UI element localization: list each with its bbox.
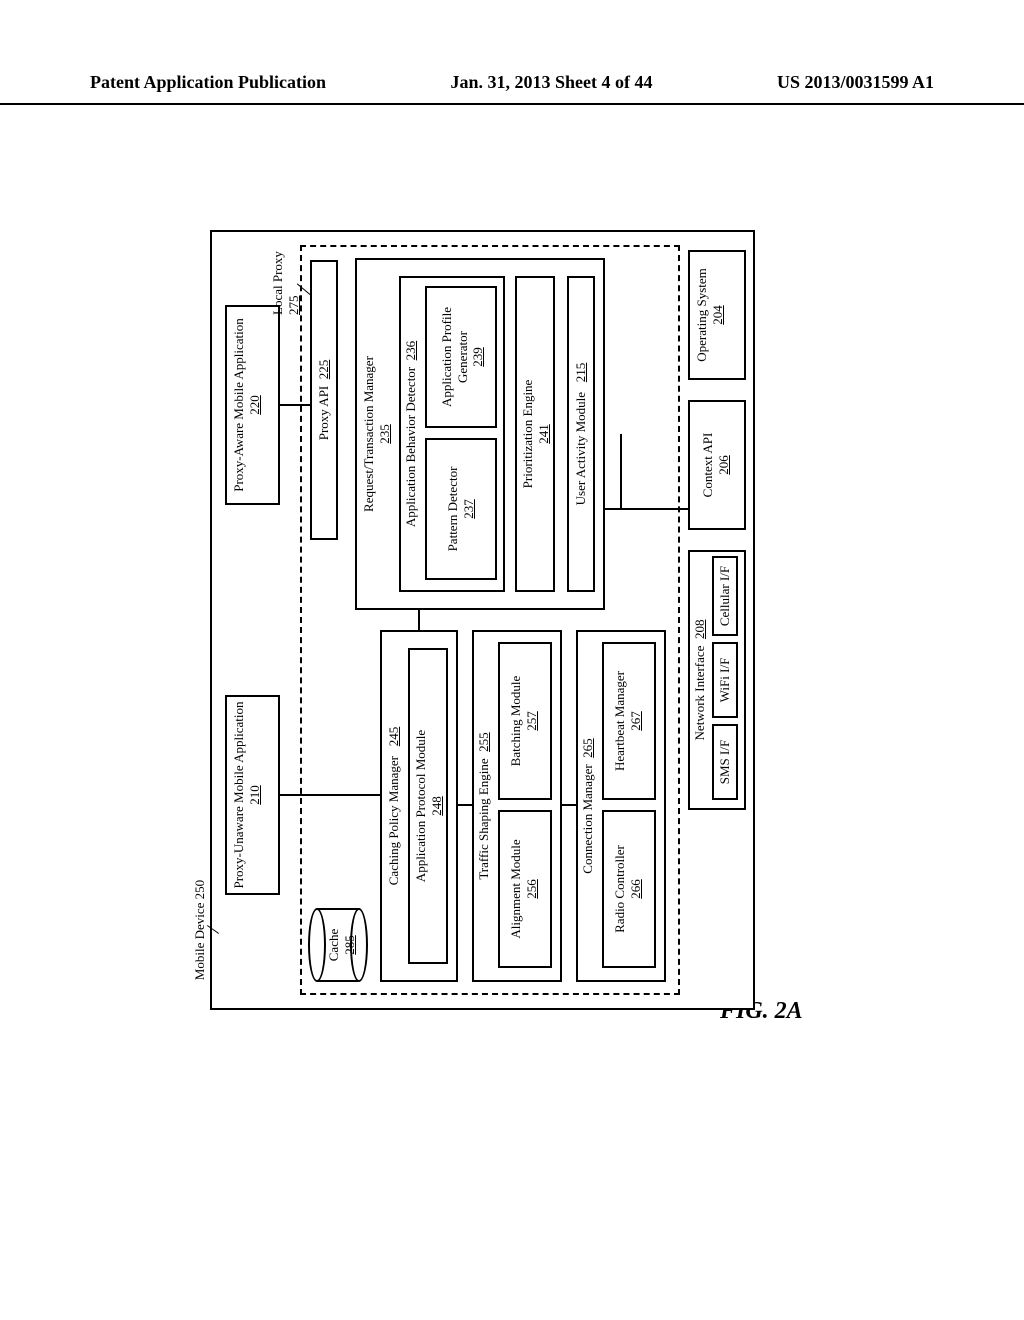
conn-bus-uam xyxy=(620,434,622,510)
local-proxy-text: Local Proxy xyxy=(270,251,285,315)
pattern-ref: 237 xyxy=(461,499,476,519)
approf-ref: 239 xyxy=(470,347,485,367)
proxy-aware-ref: 220 xyxy=(247,395,262,415)
diagram: Mobile Device 250 Proxy-Unaware Mobile A… xyxy=(90,340,870,900)
header-center: Jan. 31, 2013 Sheet 4 of 44 xyxy=(451,72,653,93)
align-title: Alignment Module xyxy=(508,839,523,938)
ctx-box: Context API 206 xyxy=(688,400,746,530)
header-right: US 2013/0031599 A1 xyxy=(777,72,934,93)
proxy-api-title: Proxy API xyxy=(316,386,331,441)
local-proxy-ref: 275 xyxy=(286,296,301,316)
ctx-title: Context API xyxy=(700,433,715,498)
batch-ref: 257 xyxy=(524,711,539,731)
apm-ref: 248 xyxy=(429,796,444,816)
pattern-box: Pattern Detector 237 xyxy=(425,438,497,580)
cache-top xyxy=(308,908,326,982)
cm-box: Connection Manager 265 Radio Controller … xyxy=(576,630,666,982)
abd-title: Application Behavior Detector xyxy=(403,367,418,527)
align-box: Alignment Module 256 xyxy=(498,810,552,968)
cache-title: Cache xyxy=(326,929,341,961)
ni-ref: 208 xyxy=(692,620,707,640)
local-proxy-label: Local Proxy 275 xyxy=(270,225,301,315)
conn-bus xyxy=(605,508,688,510)
conn-aware xyxy=(280,404,310,406)
cell-box: Cellular I/F xyxy=(712,556,738,636)
uam-box: User Activity Module 215 xyxy=(567,276,595,592)
sms-title: SMS I/F xyxy=(717,740,732,784)
proxy-api-box: Proxy API 225 xyxy=(310,260,338,540)
tse-ref: 255 xyxy=(476,732,491,752)
cache-ref: 285 xyxy=(342,935,357,955)
cm-ref: 265 xyxy=(580,738,595,758)
os-ref: 204 xyxy=(710,305,725,325)
proxy-unaware-title: Proxy-Unaware Mobile Application xyxy=(231,702,246,889)
os-title: Operating System xyxy=(694,268,709,362)
cpm-title: Caching Policy Manager xyxy=(386,756,401,885)
uam-ref: 215 xyxy=(573,363,588,383)
tse-box: Traffic Shaping Engine 255 Alignment Mod… xyxy=(472,630,562,982)
cm-title: Connection Manager xyxy=(580,764,595,873)
ni-box: Network Interface 208 SMS I/F WiFi I/F C… xyxy=(688,550,746,810)
abd-ref: 236 xyxy=(403,341,418,361)
conn-mid xyxy=(418,610,420,630)
page-header: Patent Application Publication Jan. 31, … xyxy=(0,72,1024,105)
radio-ref: 266 xyxy=(628,879,643,899)
pattern-title: Pattern Detector xyxy=(445,467,460,552)
batch-box: Batching Module 257 xyxy=(498,642,552,800)
header-left: Patent Application Publication xyxy=(90,72,326,93)
mobile-device-label: Mobile Device 250 xyxy=(192,850,208,1010)
align-ref: 256 xyxy=(524,879,539,899)
wifi-box: WiFi I/F xyxy=(712,642,738,718)
hb-title: Heartbeat Manager xyxy=(612,671,627,771)
proxy-unaware-app-box: Proxy-Unaware Mobile Application 210 xyxy=(225,695,280,895)
abd-box: Application Behavior Detector 236 Patter… xyxy=(399,276,505,592)
apm-box: Application Protocol Module 248 xyxy=(408,648,448,964)
approf-box: Application Profile Generator 239 xyxy=(425,286,497,428)
conn-left-2 xyxy=(562,804,576,806)
ctx-ref: 206 xyxy=(716,455,731,475)
sms-box: SMS I/F xyxy=(712,724,738,800)
radio-title: Radio Controller xyxy=(612,845,627,933)
proxy-api-ref: 225 xyxy=(316,360,331,380)
rtm-ref: 235 xyxy=(377,424,392,444)
approf-title: Application Profile Generator xyxy=(439,307,470,407)
batch-title: Batching Module xyxy=(508,676,523,767)
rtm-title: Request/Transaction Manager xyxy=(361,356,376,512)
cache-label: Cache 285 xyxy=(326,908,357,982)
conn-left-1 xyxy=(458,804,472,806)
prio-ref: 241 xyxy=(536,424,551,444)
cell-title: Cellular I/F xyxy=(717,566,732,626)
apm-title: Application Protocol Module xyxy=(413,730,428,882)
cpm-ref: 245 xyxy=(386,727,401,747)
page: Patent Application Publication Jan. 31, … xyxy=(0,0,1024,1320)
proxy-aware-title: Proxy-Aware Mobile Application xyxy=(231,318,246,492)
diagram-canvas: Mobile Device 250 Proxy-Unaware Mobile A… xyxy=(200,230,760,1010)
hb-ref: 267 xyxy=(628,711,643,731)
prio-title: Prioritization Engine xyxy=(520,380,535,489)
tse-title: Traffic Shaping Engine xyxy=(476,758,491,879)
radio-box: Radio Controller 266 xyxy=(602,810,656,968)
prio-box: Prioritization Engine 241 xyxy=(515,276,555,592)
hb-box: Heartbeat Manager 267 xyxy=(602,642,656,800)
uam-title: User Activity Module xyxy=(573,392,588,505)
wifi-title: WiFi I/F xyxy=(717,658,732,703)
rtm-box: Request/Transaction Manager 235 Applicat… xyxy=(355,258,605,610)
ni-title: Network Interface xyxy=(692,646,707,741)
os-box: Operating System 204 xyxy=(688,250,746,380)
cpm-container: Caching Policy Manager 245 Application P… xyxy=(380,630,458,982)
proxy-unaware-ref: 210 xyxy=(247,785,262,805)
conn-unaware xyxy=(280,794,380,796)
proxy-aware-app-box: Proxy-Aware Mobile Application 220 xyxy=(225,305,280,505)
